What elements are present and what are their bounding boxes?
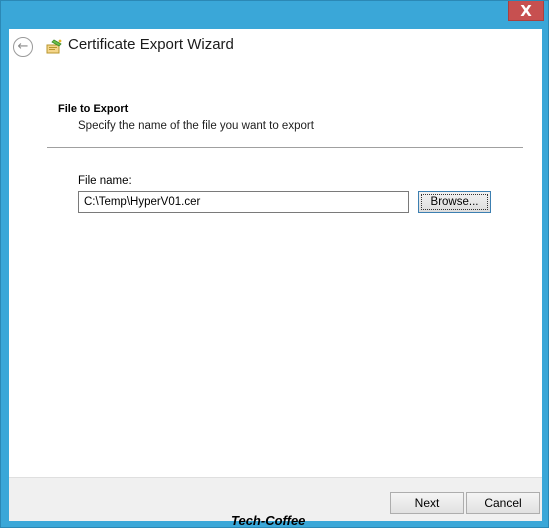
wizard-title: Certificate Export Wizard xyxy=(68,36,234,53)
cancel-button[interactable]: Cancel xyxy=(466,492,540,514)
file-name-input[interactable] xyxy=(78,191,409,213)
file-name-label: File name: xyxy=(78,175,132,187)
back-button[interactable]: ← xyxy=(13,37,33,57)
page-description: Specify the name of the file you want to… xyxy=(78,120,314,132)
watermark-text: Tech-Coffee xyxy=(231,513,306,528)
certificate-wizard-icon xyxy=(46,39,62,54)
header-divider xyxy=(47,147,523,148)
wizard-client-area: ← Certificate Export Wizard File to Expo… xyxy=(9,29,542,521)
back-arrow-icon: ← xyxy=(17,39,29,54)
next-button[interactable]: Next xyxy=(390,492,464,514)
wizard-window: X ← Certificate Export Wizard File to Ex… xyxy=(0,0,549,528)
page-heading: File to Export xyxy=(58,103,129,115)
browse-button[interactable]: Browse... xyxy=(418,191,491,213)
wizard-header: ← Certificate Export Wizard xyxy=(9,29,542,65)
close-button[interactable]: X xyxy=(508,1,544,21)
wizard-page: File to Export Specify the name of the f… xyxy=(9,65,542,477)
